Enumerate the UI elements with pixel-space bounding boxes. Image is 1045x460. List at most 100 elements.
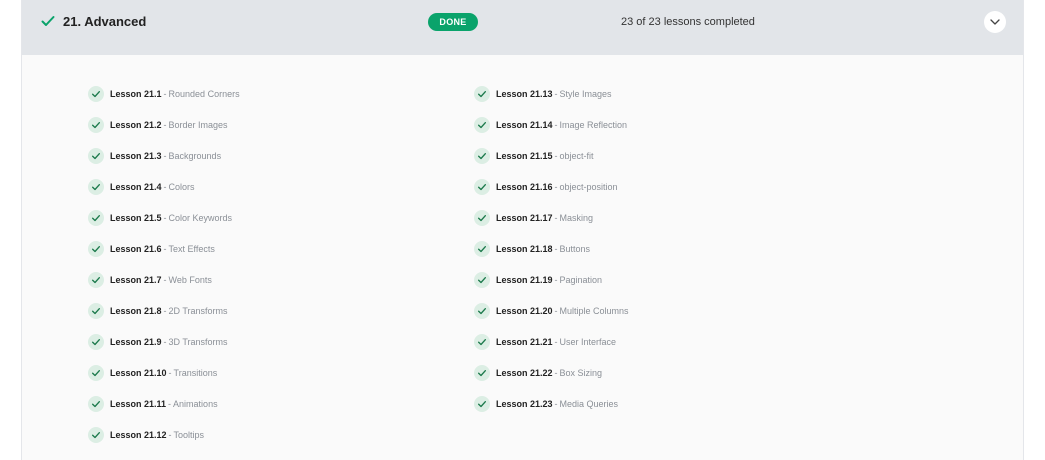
check-icon — [474, 117, 490, 133]
section-title: 21. Advanced — [63, 14, 147, 29]
lesson-item[interactable]: Lesson 21.5- Color Keywords — [88, 208, 232, 228]
lesson-name: Color Keywords — [168, 213, 233, 223]
lesson-name: Pagination — [559, 275, 603, 285]
lesson-number: Lesson 21.5 — [110, 213, 162, 223]
lesson-name: Rounded Corners — [168, 89, 240, 99]
lesson-item[interactable]: Lesson 21.23- Media Queries — [474, 394, 618, 414]
lesson-name: Buttons — [559, 244, 591, 254]
lesson-separator: - — [163, 213, 167, 223]
lesson-number: Lesson 21.10 — [110, 368, 167, 378]
lesson-separator: - — [554, 306, 558, 316]
lesson-number: Lesson 21.21 — [496, 337, 553, 347]
lesson-number: Lesson 21.4 — [110, 182, 162, 192]
lesson-separator: - — [163, 120, 167, 130]
check-icon — [88, 117, 104, 133]
lesson-name: Web Fonts — [168, 275, 212, 285]
check-icon — [474, 210, 490, 226]
lesson-item[interactable]: Lesson 21.12- Tooltips — [88, 425, 204, 445]
lesson-item[interactable]: Lesson 21.20- Multiple Columns — [474, 301, 629, 321]
lesson-name: 3D Transforms — [168, 337, 228, 347]
lesson-item[interactable]: Lesson 21.8-2D Transforms — [88, 301, 228, 321]
lesson-name: Masking — [559, 213, 594, 223]
lesson-item[interactable]: Lesson 21.2- Border Images — [88, 115, 228, 135]
lesson-item[interactable]: Lesson 21.18- Buttons — [474, 239, 590, 259]
lesson-item[interactable]: Lesson 21.3- Backgrounds — [88, 146, 221, 166]
lesson-item[interactable]: Lesson 21.14- Image Reflection — [474, 115, 627, 135]
lesson-item[interactable]: Lesson 21.9-3D Transforms — [88, 332, 228, 352]
lesson-item[interactable]: Lesson 21.21- User Interface — [474, 332, 616, 352]
check-icon — [88, 334, 104, 350]
check-icon — [41, 16, 55, 26]
lesson-number: Lesson 21.23 — [496, 399, 553, 409]
lesson-name: Media Queries — [559, 399, 619, 409]
lesson-separator: - — [163, 306, 167, 316]
chevron-down-icon — [990, 19, 1000, 25]
lesson-separator: - — [554, 182, 558, 192]
lesson-item[interactable]: Lesson 21.15- object-fit — [474, 146, 594, 166]
lesson-number: Lesson 21.14 — [496, 120, 553, 130]
check-icon — [88, 148, 104, 164]
lesson-separator: - — [554, 399, 558, 409]
lesson-separator: - — [554, 337, 558, 347]
lesson-item[interactable]: Lesson 21.10- Transitions — [88, 363, 217, 383]
lesson-name: Text Effects — [168, 244, 215, 254]
lesson-number: Lesson 21.19 — [496, 275, 553, 285]
lesson-item[interactable]: Lesson 21.22- Box Sizing — [474, 363, 602, 383]
lesson-number: Lesson 21.6 — [110, 244, 162, 254]
lesson-name: Tooltips — [173, 430, 205, 440]
collapse-toggle-button[interactable] — [984, 11, 1006, 33]
lesson-number: Lesson 21.13 — [496, 89, 553, 99]
lesson-number: Lesson 21.16 — [496, 182, 553, 192]
lesson-number: Lesson 21.9 — [110, 337, 162, 347]
lesson-item[interactable]: Lesson 21.6- Text Effects — [88, 239, 215, 259]
progress-text: 23 of 23 lessons completed — [621, 16, 755, 28]
lesson-name: object-position — [559, 182, 618, 192]
lesson-name: Style Images — [559, 89, 612, 99]
status-badge: DONE — [428, 13, 478, 31]
check-icon — [88, 365, 104, 381]
lesson-item[interactable]: Lesson 21.7- Web Fonts — [88, 270, 212, 290]
check-icon — [88, 210, 104, 226]
check-icon — [474, 272, 490, 288]
lesson-number: Lesson 21.22 — [496, 368, 553, 378]
lesson-number: Lesson 21.2 — [110, 120, 162, 130]
lesson-name: object-fit — [559, 151, 594, 161]
lesson-item[interactable]: Lesson 21.1- Rounded Corners — [88, 84, 240, 104]
lesson-item[interactable]: Lesson 21.13- Style Images — [474, 84, 612, 104]
check-icon — [474, 365, 490, 381]
lesson-item[interactable]: Lesson 21.17- Masking — [474, 208, 593, 228]
lesson-separator: - — [168, 399, 172, 409]
lesson-number: Lesson 21.1 — [110, 89, 162, 99]
section-header[interactable]: 21. Advanced DONE 23 of 23 lessons compl… — [22, 0, 1023, 55]
lesson-separator: - — [554, 89, 558, 99]
lesson-separator: - — [163, 89, 167, 99]
lesson-item[interactable]: Lesson 21.16- object-position — [474, 177, 618, 197]
lesson-separator: - — [163, 182, 167, 192]
lesson-separator: - — [554, 151, 558, 161]
lesson-number: Lesson 21.15 — [496, 151, 553, 161]
lesson-separator: - — [163, 275, 167, 285]
lesson-item[interactable]: Lesson 21.11- Animations — [88, 394, 218, 414]
lesson-separator: - — [554, 244, 558, 254]
lesson-number: Lesson 21.17 — [496, 213, 553, 223]
check-icon — [474, 396, 490, 412]
lesson-separator: - — [168, 430, 172, 440]
check-icon — [474, 179, 490, 195]
lesson-separator: - — [163, 151, 167, 161]
lesson-separator: - — [163, 244, 167, 254]
lesson-name: Backgrounds — [168, 151, 222, 161]
lesson-separator: - — [163, 337, 167, 347]
lesson-name: Animations — [173, 399, 218, 409]
section-card: 21. Advanced DONE 23 of 23 lessons compl… — [21, 0, 1024, 460]
lesson-item[interactable]: Lesson 21.4- Colors — [88, 177, 195, 197]
lesson-name: Transitions — [173, 368, 218, 378]
lesson-name: Colors — [168, 182, 195, 192]
lesson-item[interactable]: Lesson 21.19- Pagination — [474, 270, 602, 290]
lesson-number: Lesson 21.20 — [496, 306, 553, 316]
lesson-number: Lesson 21.18 — [496, 244, 553, 254]
check-icon — [474, 86, 490, 102]
check-icon — [474, 148, 490, 164]
check-icon — [474, 334, 490, 350]
check-icon — [88, 86, 104, 102]
check-icon — [88, 272, 104, 288]
